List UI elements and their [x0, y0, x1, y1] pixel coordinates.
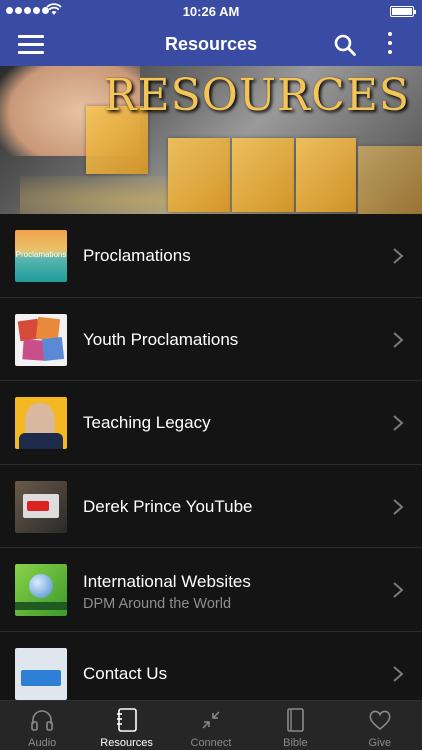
youth-proclamations-thumbnail	[15, 313, 67, 366]
tab-resources[interactable]: Resources	[84, 701, 168, 750]
resources-banner-image: RESOURCES	[0, 66, 422, 214]
tab-audio[interactable]: Audio	[0, 701, 84, 750]
battery-icon	[390, 6, 416, 17]
list-item-label: Contact Us	[83, 663, 168, 683]
chevron-right-icon	[393, 665, 404, 682]
proclamations-thumbnail: Proclamations	[15, 230, 67, 282]
list-item-label: Proclamations	[83, 246, 191, 265]
contact-us-thumbnail	[15, 647, 67, 700]
chevron-right-icon	[393, 248, 404, 264]
list-item-teaching-legacy[interactable]: Teaching Legacy	[0, 381, 422, 465]
banner-tile	[358, 146, 422, 214]
list-item-label: Derek Prince YouTube	[83, 496, 253, 516]
notebook-icon	[116, 708, 137, 732]
tab-label: Give	[368, 737, 392, 749]
list-item-label: Teaching Legacy	[83, 413, 211, 432]
list-item-label: Youth Proclamations	[83, 329, 239, 349]
tab-connect[interactable]: Connect	[169, 701, 253, 750]
teaching-legacy-thumbnail	[15, 397, 67, 449]
list-item-youth-proclamations[interactable]: Youth Proclamations	[0, 297, 422, 381]
status-bar: 10:26 AM	[0, 0, 422, 24]
search-icon[interactable]	[333, 33, 357, 57]
tab-bar: Audio Resources Connect Bible Give	[0, 700, 422, 750]
tab-label: Connect	[190, 737, 232, 749]
tab-give[interactable]: Give	[338, 701, 422, 750]
tab-bible[interactable]: Bible	[253, 701, 337, 750]
headphones-icon	[31, 710, 53, 731]
list-item-subtitle: DPM Around the World	[83, 596, 232, 612]
tab-label: Audio	[28, 737, 57, 749]
chevron-right-icon	[393, 582, 404, 598]
banner-title: RESOURCES	[103, 70, 410, 121]
list-item-youtube[interactable]: Derek Prince YouTube	[0, 464, 422, 548]
tab-label: Bible	[283, 737, 308, 749]
chevron-right-icon	[393, 415, 404, 431]
international-websites-thumbnail	[15, 564, 67, 616]
banner-tile	[232, 138, 294, 212]
page-title: Resources	[164, 34, 258, 54]
list-item-label: International Websites	[83, 572, 251, 591]
connect-arrows-icon	[202, 711, 220, 729]
list-item-international-websites[interactable]: International Websites DPM Around the Wo…	[0, 548, 422, 632]
status-time: 10:26 AM	[182, 4, 240, 19]
tab-label: Resources	[100, 737, 153, 749]
chevron-right-icon	[393, 498, 404, 515]
thumbnail-caption: Proclamations	[15, 250, 67, 259]
banner-tile	[296, 138, 356, 212]
list-item-proclamations[interactable]: Proclamations Proclamations	[0, 214, 422, 298]
banner-tile	[168, 138, 230, 212]
chevron-right-icon	[393, 331, 404, 348]
resources-list: Proclamations Proclamations Youth Procla…	[0, 214, 422, 715]
youtube-thumbnail	[15, 480, 67, 533]
more-options-icon[interactable]	[382, 32, 398, 58]
navigation-bar: Resources	[0, 24, 422, 66]
book-icon	[287, 708, 305, 732]
heart-icon	[369, 710, 391, 731]
